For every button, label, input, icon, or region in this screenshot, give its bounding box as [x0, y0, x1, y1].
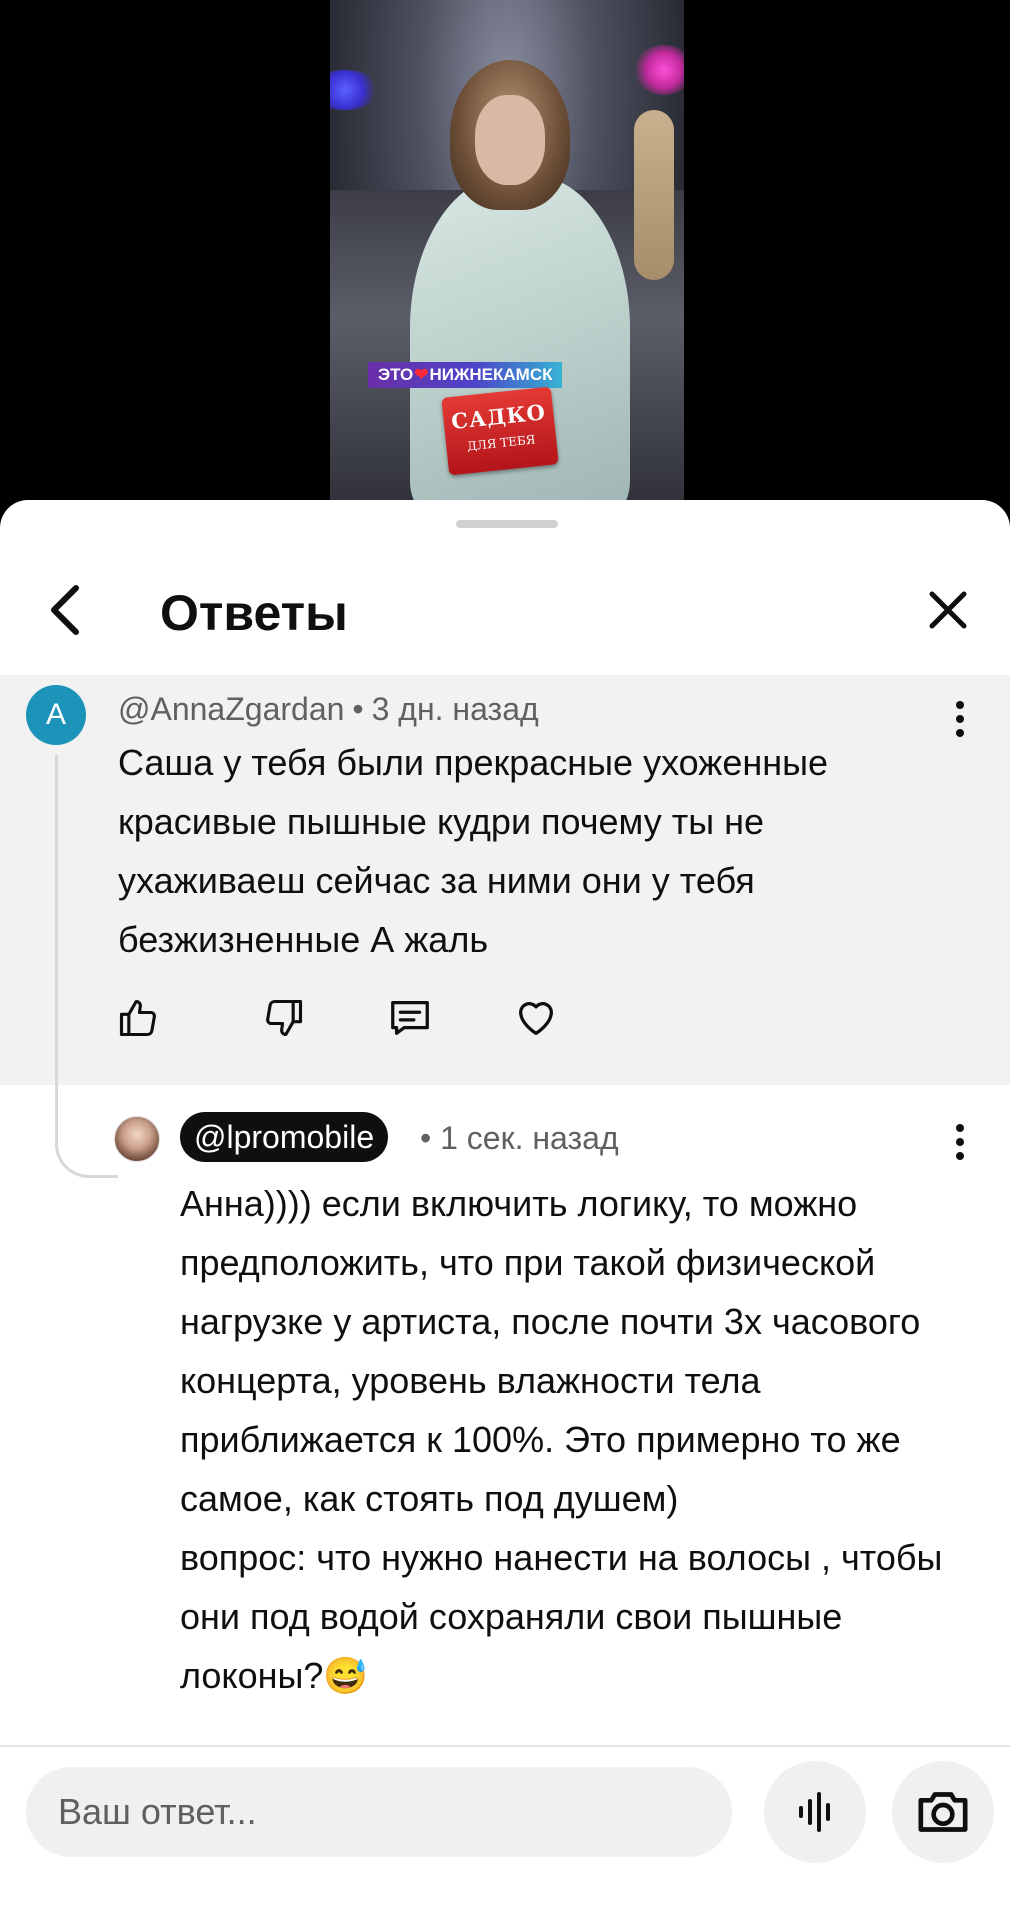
parent-comment: A @AnnaZgardan • 3 дн. назад Саша у тебя б… — [0, 675, 1010, 1178]
reply-comment: @lpromobile • 1 сек. назад Анна)))) если… — [0, 1100, 1010, 1740]
reply-text: Анна)))) если включить логику, то можно … — [180, 1183, 943, 1696]
stage-light-pink — [634, 45, 684, 95]
drag-handle[interactable] — [456, 520, 558, 528]
camera-icon — [918, 1792, 968, 1832]
reply-more-button[interactable] — [940, 1112, 980, 1172]
page-title: Ответы — [160, 585, 348, 641]
chevron-left-icon — [51, 585, 79, 635]
badge-subtitle: ДЛЯ ТЕБЯ — [466, 432, 537, 454]
meta-separator: • — [352, 691, 364, 727]
heart-button[interactable] — [508, 990, 564, 1046]
comment-author[interactable]: @AnnaZgardan — [118, 691, 344, 727]
meta-separator: • — [420, 1120, 441, 1156]
dot — [956, 715, 964, 723]
sadko-badge: САДКО ДЛЯ ТЕБЯ — [441, 386, 559, 476]
camera-button[interactable] — [892, 1761, 994, 1863]
video-overlay-banner: ЭТО ❤ НИЖНЕКАМСК — [368, 362, 563, 388]
heart-icon — [519, 1002, 553, 1035]
replies-sheet: Ответы A @AnnaZgardan • 3 дн. назад Саша у… — [0, 500, 1010, 1922]
comment-time: 1 сек. назад — [440, 1120, 619, 1156]
like-button[interactable] — [110, 990, 166, 1046]
performer-face — [475, 95, 545, 185]
thumbs-down-icon — [266, 999, 303, 1037]
comment-text: Саша у тебя были прекрасные ухоженные кр… — [118, 742, 829, 960]
dot — [956, 1152, 964, 1160]
thumbs-up-icon — [119, 999, 156, 1037]
overlay-text-right: НИЖНЕКАМСК — [429, 365, 553, 384]
comment-meta: @AnnaZgardan • 3 дн. назад — [118, 691, 539, 728]
reply-icon — [391, 1001, 429, 1035]
close-icon — [929, 591, 967, 629]
back-button[interactable] — [40, 582, 90, 638]
dot — [956, 1138, 964, 1146]
comment-time: 3 дн. назад — [371, 691, 539, 727]
author-chip[interactable]: @lpromobile — [180, 1112, 389, 1162]
dislike-button[interactable] — [256, 990, 312, 1046]
reply-composer — [0, 1745, 1010, 1922]
reply-button[interactable] — [382, 990, 438, 1046]
overlay-text-left: ЭТО — [378, 365, 414, 384]
heart-icon: ❤ — [414, 365, 429, 384]
stage-light-blue — [330, 70, 380, 110]
voice-wave-icon — [799, 1792, 830, 1832]
avatar[interactable]: A — [26, 685, 86, 745]
video-player[interactable]: ЭТО ❤ НИЖНЕКАМСК САДКО ДЛЯ ТЕБЯ — [0, 0, 1010, 510]
dot — [956, 701, 964, 709]
badge-title: САДКО — [449, 399, 547, 434]
dot — [956, 1124, 964, 1132]
reply-time: • 1 сек. назад — [420, 1120, 619, 1157]
voice-button[interactable] — [764, 1761, 866, 1863]
video-frame[interactable]: ЭТО ❤ НИЖНЕКАМСК САДКО ДЛЯ ТЕБЯ — [330, 0, 684, 510]
background-dancer — [634, 110, 674, 280]
avatar[interactable] — [114, 1116, 160, 1162]
reply-input[interactable] — [26, 1767, 732, 1857]
close-button[interactable] — [920, 582, 976, 638]
sheet-header: Ответы — [0, 560, 1010, 660]
